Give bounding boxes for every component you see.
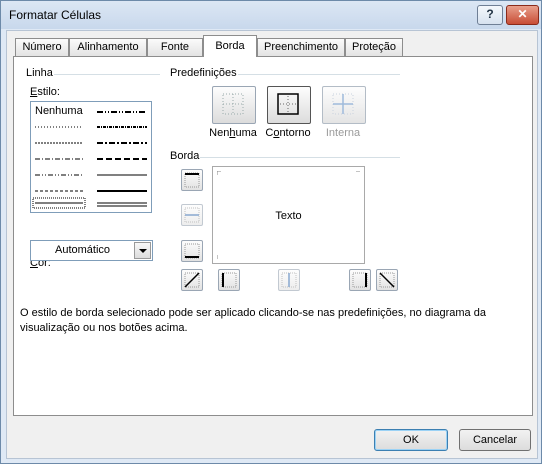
border-bottom-icon bbox=[184, 243, 200, 259]
help-button[interactable]: ? bbox=[477, 5, 503, 25]
preview-corner-mark bbox=[356, 255, 360, 259]
tab-protecao[interactable]: Proteção bbox=[345, 38, 403, 56]
linha-divider bbox=[54, 74, 160, 75]
borda-group-label: Borda bbox=[170, 150, 200, 162]
predefinicoes-divider bbox=[238, 74, 400, 75]
preset-inside-button[interactable] bbox=[322, 86, 366, 124]
border-middle-vertical-button[interactable] bbox=[278, 269, 300, 291]
border-left-icon bbox=[221, 272, 237, 288]
ok-button[interactable]: OK bbox=[374, 429, 448, 451]
border-bottom-button[interactable] bbox=[181, 240, 203, 262]
tab-fonte[interactable]: Fonte bbox=[147, 38, 203, 56]
border-inside-vertical-icon bbox=[281, 272, 297, 288]
border-diagonal-down-icon bbox=[379, 272, 395, 288]
border-top-button[interactable] bbox=[181, 169, 203, 191]
window-title: Formatar Células bbox=[9, 8, 102, 22]
format-cells-dialog: Formatar Células ? ✕ Número Alinhamento … bbox=[0, 0, 542, 464]
preset-outline-label: Contorno bbox=[265, 127, 311, 139]
preset-none-label: Nenhuma bbox=[209, 127, 257, 139]
border-diagonal-up-button[interactable] bbox=[181, 269, 203, 291]
border-diagonal-up-icon bbox=[184, 272, 200, 288]
close-button[interactable]: ✕ bbox=[506, 5, 539, 25]
tab-alinhamento[interactable]: Alinhamento bbox=[69, 38, 147, 56]
preview-corner-mark bbox=[217, 255, 218, 259]
preview-corner-mark bbox=[217, 171, 221, 175]
border-middle-horizontal-button[interactable] bbox=[181, 204, 203, 226]
estilo-label: Estilo: bbox=[30, 86, 60, 98]
borda-divider bbox=[200, 157, 400, 158]
line-style-list[interactable]: Nenhuma bbox=[30, 101, 152, 213]
color-dropdown-value: Automático bbox=[54, 244, 111, 256]
border-left-button[interactable] bbox=[218, 269, 240, 291]
linha-group-label: Linha bbox=[26, 67, 53, 79]
preset-none-button[interactable] bbox=[212, 86, 256, 124]
tab-borda[interactable]: Borda bbox=[203, 35, 257, 57]
preview-corner-mark bbox=[356, 171, 360, 172]
dialog-client-area: Número Alinhamento Fonte Borda Preenchim… bbox=[6, 30, 538, 459]
border-preview-diagram[interactable]: Texto bbox=[212, 166, 365, 264]
border-inside-icon bbox=[332, 93, 354, 115]
border-right-button[interactable] bbox=[349, 269, 371, 291]
preset-outline-button[interactable] bbox=[267, 86, 311, 124]
border-none-icon bbox=[222, 93, 244, 115]
title-bar[interactable]: Formatar Células ? ✕ bbox=[1, 1, 541, 29]
border-top-icon bbox=[184, 172, 200, 188]
help-hint-text: O estilo de borda selecionado pode ser a… bbox=[20, 307, 486, 334]
color-dropdown[interactable]: Automático bbox=[30, 240, 153, 261]
chevron-down-icon[interactable] bbox=[134, 242, 151, 259]
line-style-samples[interactable] bbox=[31, 102, 151, 212]
tab-numero[interactable]: Número bbox=[15, 38, 69, 56]
preview-text: Texto bbox=[275, 210, 302, 222]
borda-tab-panel: Linha Estilo: Nenhuma Cor: Automático Pr… bbox=[13, 56, 533, 416]
border-right-icon bbox=[352, 272, 368, 288]
cancel-button[interactable]: Cancelar bbox=[459, 429, 531, 451]
preset-inside-label: Interna bbox=[325, 127, 361, 139]
tab-preenchimento[interactable]: Preenchimento bbox=[257, 38, 345, 56]
border-diagonal-down-button[interactable] bbox=[376, 269, 398, 291]
border-outline-icon bbox=[277, 93, 299, 115]
border-inside-horizontal-icon bbox=[184, 207, 200, 223]
predefinicoes-group-label: Predefinições bbox=[170, 67, 237, 79]
